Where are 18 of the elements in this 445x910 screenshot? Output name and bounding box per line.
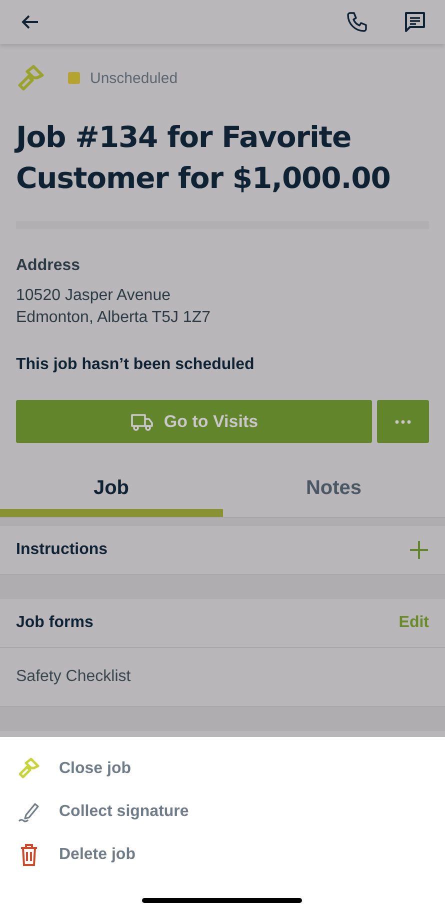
section-title: Job forms [16,614,94,632]
phone-icon[interactable] [345,10,369,34]
job-title: Job #134 for Favorite Customer for $1,000.00 [16,119,392,197]
more-icon [395,420,411,424]
section-title: Instructions [16,541,108,559]
hammer-icon [17,756,41,780]
address-label: Address [16,257,82,275]
schedule-note: This job hasn’t been scheduled [16,356,256,374]
form-item[interactable]: Safety Checklist [0,647,445,706]
menu-item[interactable]: Delete job [59,846,136,864]
truck-icon [130,412,154,432]
menu-item[interactable]: Collect signature [59,802,189,820]
visits-button[interactable]: Go to Visits [16,400,372,443]
tab[interactable]: Notes [222,473,445,517]
menu-item[interactable]: Close job [59,760,132,778]
address-text: 10520 Jasper Avenue Edmonton, Alberta T5J 1Z7 [16,286,212,328]
message-icon[interactable] [403,10,427,34]
status-label: Unscheduled [90,70,178,86]
